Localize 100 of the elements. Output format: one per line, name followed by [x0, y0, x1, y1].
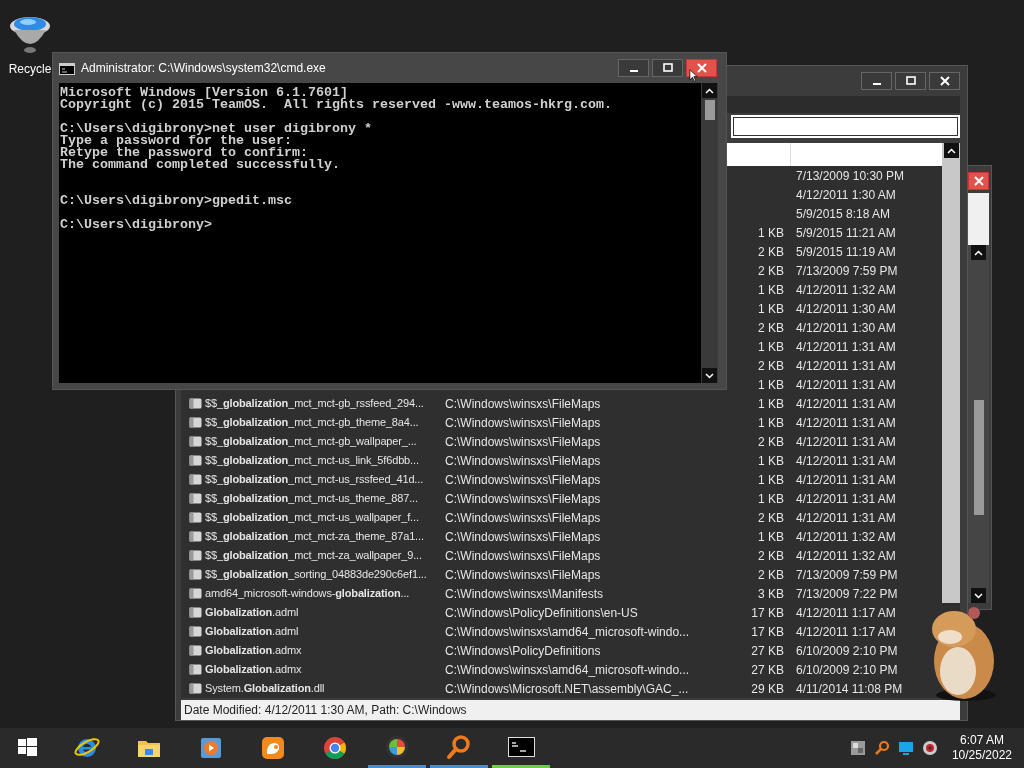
file-size: 17 KB: [751, 605, 784, 620]
file-name[interactable]: Globalization.adml: [205, 606, 299, 619]
file-date: 4/12/2011 1:32 AM: [796, 282, 896, 297]
file-date: 4/12/2011 1:17 AM: [796, 605, 896, 620]
file-icon: [188, 626, 202, 638]
file-path: C:\Windows\winsxs\FileMaps: [445, 548, 601, 563]
file-path: C:\Windows\PolicyDefinitions\en-US: [445, 605, 638, 620]
file-icon: [188, 664, 202, 676]
file-name[interactable]: Globalization.adml: [205, 625, 299, 638]
chevron-up-icon: [705, 87, 714, 94]
file-date: 6/10/2009 2:10 PM: [796, 643, 898, 658]
file-size: 3 KB: [758, 586, 784, 601]
file-size: 27 KB: [751, 662, 784, 677]
file-size: 1 KB: [758, 529, 784, 544]
minimize-button[interactable]: [861, 71, 892, 90]
speaker-icon[interactable]: [921, 740, 938, 756]
file-name[interactable]: $$_globalization_mct_mct-us_theme_887...: [205, 492, 418, 505]
file-name[interactable]: $$_globalization_sorting_04883de290c6ef1...: [205, 568, 427, 581]
window-title: Administrator: C:\Windows\system32\cmd.exe: [81, 60, 326, 77]
file-date: 5/9/2015 11:21 AM: [796, 225, 896, 240]
close-button[interactable]: [929, 71, 960, 90]
file-name[interactable]: System.Globalization.dll: [205, 682, 325, 695]
window-pane: [968, 193, 989, 245]
close-icon: [973, 176, 984, 186]
file-date: 4/12/2011 1:32 AM: [796, 548, 896, 563]
clock-date[interactable]: 10/25/2022: [951, 748, 1012, 763]
file-name[interactable]: $$_globalization_mct_mct-gb_rssfeed_294...: [205, 397, 424, 410]
desktop-icon-label[interactable]: Recycle: [8, 60, 52, 78]
file-name[interactable]: $$_globalization_mct_mct-us_link_5f6dbb...: [205, 454, 419, 467]
file-size: 2 KB: [758, 358, 784, 373]
scrollbar[interactable]: [942, 143, 960, 604]
file-date: 4/12/2011 1:31 AM: [796, 339, 896, 354]
file-path: C:\Windows\winsxs\Manifests: [445, 586, 604, 601]
file-name[interactable]: Globalization.admx: [205, 663, 302, 676]
file-date: 4/12/2011 1:31 AM: [796, 396, 896, 411]
file-icon: [188, 417, 202, 429]
close-icon: [696, 63, 707, 73]
file-size: 2 KB: [758, 567, 784, 582]
file-name[interactable]: $$_globalization_mct_mct-us_rssfeed_41d...: [205, 473, 424, 486]
scroll-thumb[interactable]: [704, 100, 715, 120]
scrollbar[interactable]: [968, 245, 989, 603]
file-icon: [188, 455, 202, 467]
clock-time[interactable]: 6:07 AM: [959, 733, 1004, 748]
file-size: 2 KB: [758, 320, 784, 335]
file-path: C:\Windows\winsxs\FileMaps: [445, 453, 601, 468]
file-icon: [188, 607, 202, 619]
close-button[interactable]: [686, 59, 717, 77]
scroll-up-button[interactable]: [702, 83, 717, 98]
file-size: 1 KB: [758, 472, 784, 487]
squirrel-app-icon[interactable]: [259, 735, 287, 761]
file-size: 2 KB: [758, 434, 784, 449]
minimize-icon: [629, 70, 638, 72]
close-button[interactable]: [968, 172, 989, 190]
file-icon: [188, 550, 202, 562]
file-date: 7/13/2009 10:30 PM: [796, 168, 905, 183]
file-path: C:\Windows\PolicyDefinitions: [445, 643, 601, 658]
magnifier-icon[interactable]: [445, 734, 473, 760]
file-size: 1 KB: [758, 491, 784, 506]
file-size: 1 KB: [758, 225, 784, 240]
file-name[interactable]: $$_globalization_mct_mct-gb_wallpaper_...: [205, 435, 417, 448]
file-size: 2 KB: [758, 510, 784, 525]
terminal-icon[interactable]: [507, 734, 535, 760]
tray-app-icon[interactable]: [849, 740, 866, 756]
orb-icon[interactable]: [383, 734, 411, 760]
scroll-thumb[interactable]: [973, 400, 984, 515]
monitor-icon[interactable]: [897, 740, 914, 756]
file-name[interactable]: Globalization.admx: [205, 644, 302, 657]
file-icon: [188, 436, 202, 448]
file-name[interactable]: $$_globalization_mct_mct-za_wallpaper_9...: [205, 549, 422, 562]
magnifier-icon[interactable]: [873, 740, 890, 756]
scroll-up-button[interactable]: [971, 245, 986, 260]
scroll-up-button[interactable]: [943, 143, 959, 159]
file-path: C:\Windows\winsxs\FileMaps: [445, 567, 601, 582]
file-name[interactable]: amd64_microsoft-windows-globalization...: [205, 587, 410, 600]
recycle-bin-icon[interactable]: [8, 14, 52, 54]
file-size: 29 KB: [751, 681, 784, 696]
file-icon: [188, 531, 202, 543]
scroll-down-button[interactable]: [971, 588, 986, 603]
chrome-logo-icon[interactable]: [321, 735, 349, 761]
chevron-down-icon: [974, 592, 983, 599]
file-size: 2 KB: [758, 263, 784, 278]
search-field[interactable]: [731, 115, 960, 139]
file-size: 1 KB: [758, 453, 784, 468]
file-date: 5/9/2015 11:19 AM: [796, 244, 896, 259]
maximize-icon: [905, 75, 916, 86]
maximize-button[interactable]: [652, 59, 683, 77]
minimize-button[interactable]: [618, 59, 649, 77]
file-date: 7/13/2009 7:59 PM: [796, 567, 898, 582]
file-size: 2 KB: [758, 244, 784, 259]
file-icon: [188, 512, 202, 524]
file-name[interactable]: $$_globalization_mct_mct-gb_theme_8a4...: [205, 416, 419, 429]
maximize-button[interactable]: [895, 71, 926, 90]
file-name[interactable]: $$_globalization_mct_mct-za_theme_87a1...: [205, 530, 424, 543]
file-size: 1 KB: [758, 415, 784, 430]
file-date: 6/10/2009 2:10 PM: [796, 662, 898, 677]
file-date: 4/12/2011 1:32 AM: [796, 529, 896, 544]
scroll-down-button[interactable]: [702, 368, 717, 383]
scrollbar[interactable]: [701, 83, 718, 383]
file-name[interactable]: $$_globalization_mct_mct-us_wallpaper_f...: [205, 511, 419, 524]
file-path: C:\Windows\winsxs\FileMaps: [445, 510, 601, 525]
